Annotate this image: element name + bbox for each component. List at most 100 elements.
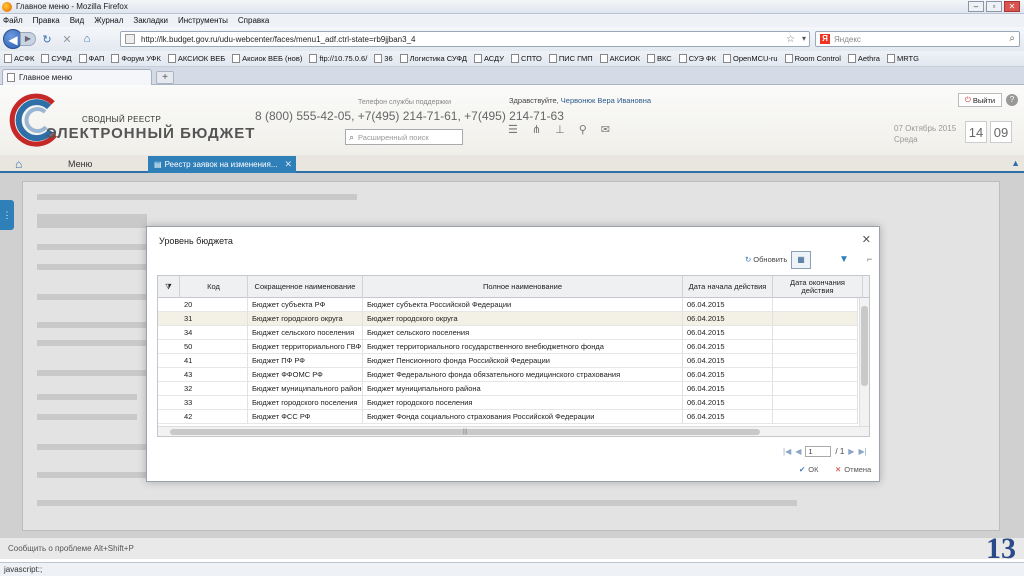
- bookmark-label: СУЭ ФК: [688, 54, 716, 63]
- forward-arrow-icon[interactable]: ▶: [20, 32, 36, 46]
- export-excel-icon[interactable]: ▦: [791, 251, 811, 269]
- bookmark-item[interactable]: Форум УФК: [111, 54, 161, 63]
- bookmark-label: ПИС ГМП: [558, 54, 593, 63]
- table-row[interactable]: 31 Бюджет городского округа Бюджет городск…: [158, 312, 858, 326]
- stop-icon[interactable]: ✕: [58, 33, 76, 46]
- new-tab-icon[interactable]: +: [156, 71, 174, 84]
- maximize-icon[interactable]: ▫: [986, 1, 1002, 12]
- table-row[interactable]: 32 Бюджет муниципального района Бюджет мун…: [158, 382, 858, 396]
- cancel-button[interactable]: ✕ Отмена: [835, 465, 871, 474]
- menu-edit[interactable]: Правка: [33, 16, 60, 25]
- table-row[interactable]: 43 Бюджет ФФОМС РФ Бюджет Федерального фон…: [158, 368, 858, 382]
- close-tab-icon[interactable]: ✕: [284, 159, 292, 170]
- table-row[interactable]: 20 Бюджет субъекта РФ Бюджет субъекта Росс…: [158, 298, 858, 312]
- menu-bookmarks[interactable]: Закладки: [133, 16, 168, 25]
- column-header-code[interactable]: Код: [180, 276, 248, 298]
- side-panel-toggle[interactable]: ⋮: [0, 200, 14, 230]
- column-header-start-date[interactable]: Дата начала действия: [683, 276, 773, 298]
- report-problem-bar: Сообщить о проблеме Alt+Shift+P: [0, 537, 1024, 559]
- bookmark-item[interactable]: Room Control: [784, 54, 841, 63]
- column-header-short-name[interactable]: Сокращенное наименование: [248, 276, 363, 298]
- bookmark-item[interactable]: 36: [374, 54, 393, 63]
- browser-search-box[interactable]: Я Яндекс ⌕: [815, 31, 1020, 47]
- menu-file[interactable]: Файл: [3, 16, 23, 25]
- last-page-icon[interactable]: ▶|: [858, 447, 866, 456]
- freeze-columns-icon[interactable]: ⌐: [867, 254, 872, 264]
- collapse-header-icon[interactable]: ▲: [1011, 158, 1020, 168]
- close-icon[interactable]: ✕: [862, 233, 871, 246]
- cell-short-name: Бюджет сельского поселения: [248, 326, 363, 340]
- user-name-link[interactable]: Червонюк Вера Ивановна: [561, 96, 651, 105]
- bookmark-item[interactable]: ftp://10.75.0.6/: [309, 54, 367, 63]
- bookmark-star-icon[interactable]: ☆: [786, 34, 795, 45]
- list-icon[interactable]: ☰: [508, 123, 518, 136]
- bookmark-item[interactable]: Аксиок ВЕБ (нов): [232, 54, 302, 63]
- bookmark-label: АКСИОК ВЕБ: [177, 54, 226, 63]
- pager: |◀ ◀ 1 / 1 ▶ ▶|: [783, 446, 867, 457]
- bookmark-item[interactable]: СПТО: [510, 54, 542, 63]
- bookmark-item[interactable]: ПИС ГМП: [548, 54, 593, 63]
- help-icon[interactable]: ?: [1006, 94, 1018, 106]
- close-window-icon[interactable]: ✕: [1004, 1, 1020, 12]
- bookmark-item[interactable]: OpenMCU-ru: [723, 54, 778, 63]
- clock-minutes: 09: [990, 121, 1012, 143]
- home-icon[interactable]: ⌂: [15, 157, 22, 171]
- bookmark-item[interactable]: АКСИОК ВЕБ: [167, 54, 226, 63]
- tab-change-requests-registry[interactable]: ▤ Реестр заявок на изменения... ✕: [148, 156, 296, 173]
- table-row[interactable]: 33 Бюджет городского поселения Бюджет горо…: [158, 396, 858, 410]
- bookmark-item[interactable]: ВКС: [646, 54, 672, 63]
- browser-tab-label: Главное меню: [19, 73, 73, 82]
- menu-link[interactable]: Меню: [68, 159, 92, 169]
- mail-icon[interactable]: ✉: [601, 123, 610, 136]
- bookmark-item[interactable]: АКСИОК: [599, 54, 640, 63]
- hierarchy-icon[interactable]: ⋔: [532, 123, 541, 136]
- menu-tools[interactable]: Инструменты: [178, 16, 228, 25]
- cell-start-date: 06.04.2015: [683, 382, 773, 396]
- org-structure-icon[interactable]: ⊥: [555, 123, 565, 136]
- bookmark-item[interactable]: АСФК: [4, 54, 34, 63]
- bookmark-item[interactable]: АСДУ: [473, 54, 504, 63]
- extended-search-input[interactable]: ⌕ Расширенный поиск: [345, 129, 463, 145]
- bookmark-item[interactable]: MRTG: [886, 54, 919, 63]
- grid-body: 20 Бюджет субъекта РФ Бюджет субъекта Росс…: [158, 298, 858, 426]
- bookmark-item[interactable]: Aethra: [847, 54, 880, 63]
- search-icon[interactable]: ⌕: [1009, 33, 1015, 44]
- cell-code: 43: [180, 368, 248, 382]
- column-header-end-date[interactable]: Дата окончания действия: [773, 276, 863, 298]
- column-header-full-name[interactable]: Полное наименование: [363, 276, 683, 298]
- reload-icon[interactable]: ↻: [38, 33, 56, 46]
- column-filter-icon[interactable]: ⧩: [158, 276, 180, 298]
- url-dropdown-icon[interactable]: ▾: [802, 34, 806, 43]
- bookmark-item[interactable]: СУЭ ФК: [678, 54, 716, 63]
- yandex-icon: Я: [820, 34, 830, 44]
- menu-history[interactable]: Журнал: [94, 16, 123, 25]
- first-page-icon[interactable]: |◀: [783, 447, 791, 456]
- prev-page-icon[interactable]: ◀: [795, 447, 801, 456]
- filter-icon[interactable]: ▼: [839, 254, 849, 265]
- app-navbar: ⌂ Меню ▤ Реестр заявок на изменения... ✕…: [0, 155, 1024, 173]
- menu-help[interactable]: Справка: [238, 16, 269, 25]
- browser-tab-main-menu[interactable]: Главное меню: [2, 69, 152, 85]
- menu-view[interactable]: Вид: [70, 16, 84, 25]
- refresh-button[interactable]: ↻ Обновить: [745, 255, 787, 264]
- horizontal-scrollbar[interactable]: |||: [158, 426, 869, 436]
- page-number-input[interactable]: 1: [805, 446, 832, 457]
- table-row[interactable]: 41 Бюджет ПФ РФ Бюджет Пенсионного фонда Р…: [158, 354, 858, 368]
- home-browser-icon[interactable]: ⌂: [78, 33, 96, 45]
- table-row[interactable]: 42 Бюджет ФСС РФ Бюджет Фонда социального …: [158, 410, 858, 424]
- bookmark-item[interactable]: СУФД: [41, 54, 72, 63]
- next-page-icon[interactable]: ▶: [848, 447, 854, 456]
- vertical-scrollbar[interactable]: [859, 298, 869, 426]
- ok-button[interactable]: ✔ ОК: [799, 465, 819, 474]
- minimize-icon[interactable]: –: [968, 1, 984, 12]
- report-problem-link[interactable]: Сообщить о проблеме Alt+Shift+P: [8, 544, 134, 553]
- user-icon[interactable]: ⚲: [579, 123, 587, 136]
- cell-short-name: Бюджет городского поселения: [248, 396, 363, 410]
- cell-full-name: Бюджет сельского поселения: [363, 326, 683, 340]
- table-row[interactable]: 50 Бюджет территориального ГВФ Бюджет терр…: [158, 340, 858, 354]
- bookmark-item[interactable]: ФАП: [78, 54, 104, 63]
- table-row[interactable]: 34 Бюджет сельского поселения Бюджет сельс…: [158, 326, 858, 340]
- bookmark-item[interactable]: Логистика СУФД: [399, 54, 467, 63]
- url-bar[interactable]: http://lk.budget.gov.ru/udu-webcenter/fa…: [120, 31, 810, 47]
- exit-button[interactable]: ⏻ Выйти: [958, 93, 1002, 107]
